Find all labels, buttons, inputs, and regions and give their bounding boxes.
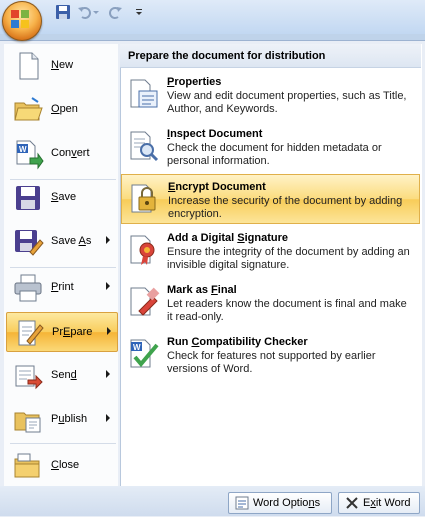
submenu-arrow-icon <box>106 414 110 422</box>
submenu-arrow-icon <box>106 236 110 244</box>
submenu-item-title: Add a Digital Signature <box>167 232 289 244</box>
save-icon <box>16 186 40 210</box>
options-icon <box>235 496 249 510</box>
menu-item-label: Open <box>51 103 78 115</box>
submenu-arrow-icon <box>106 282 110 290</box>
submenu-item-title: Run Compatibility Checker <box>167 336 308 348</box>
menu-item-save[interactable]: Save <box>6 178 118 218</box>
submenu-item-description: Ensure the integrity of the document by … <box>167 246 410 271</box>
menu-item-save-as[interactable]: Save As <box>6 222 118 262</box>
menu-item-convert[interactable]: W Convert <box>6 134 118 174</box>
word-options-label: Word Options <box>253 497 321 509</box>
save-as-icon <box>15 230 44 256</box>
submenu-header: Prepare the document for distribution <box>120 44 421 68</box>
close-icon <box>346 497 358 509</box>
svg-text:W: W <box>133 343 141 352</box>
menu-item-label: Print <box>51 281 74 293</box>
save-icon[interactable] <box>54 3 72 21</box>
open-folder-icon <box>14 97 43 121</box>
menu-item-label: Save <box>51 191 77 203</box>
close-folder-icon <box>14 453 40 478</box>
properties-icon <box>130 79 158 108</box>
compatibility-checker-icon: W <box>130 339 159 368</box>
encrypt-lock-icon <box>131 184 156 213</box>
submenu-item-title: Inspect Document <box>167 128 263 140</box>
menu-separator <box>10 443 116 444</box>
customize-toolbar-icon[interactable] <box>134 3 144 21</box>
chevron-down-icon[interactable] <box>92 3 100 21</box>
quick-access-toolbar <box>46 3 156 23</box>
submenu-item-digital-signature[interactable]: Add a Digital Signature Ensure the integ… <box>121 226 420 276</box>
publish-icon <box>14 412 41 433</box>
menu-item-print[interactable]: Print <box>6 268 118 308</box>
menu-item-send[interactable]: Send <box>6 356 118 396</box>
submenu-item-title: Encrypt Document <box>168 181 266 193</box>
exit-word-button[interactable]: Exit Word <box>338 492 420 514</box>
convert-icon: W <box>16 140 44 170</box>
digital-signature-icon <box>130 235 155 265</box>
menu-item-new[interactable]: New <box>6 46 118 86</box>
send-icon <box>15 365 43 390</box>
menu-item-label: New <box>51 59 74 71</box>
submenu-item-mark-as-final[interactable]: Mark as Final Let readers know the docum… <box>121 278 420 328</box>
redo-icon[interactable] <box>106 3 124 21</box>
inspect-document-icon <box>130 131 159 162</box>
menu-item-label: Publish <box>51 413 88 425</box>
mark-final-icon <box>130 287 160 316</box>
submenu-item-description: Check the document for hidden metadata o… <box>167 142 382 167</box>
menu-item-label: Send <box>51 369 77 381</box>
submenu-item-title: Properties <box>167 76 222 88</box>
menu-item-label: PrEpare <box>52 326 93 338</box>
prepare-icon <box>18 320 44 346</box>
printer-icon <box>14 274 42 302</box>
menu-item-publish[interactable]: Publish <box>6 400 118 440</box>
menu-item-close[interactable]: Close <box>6 446 118 486</box>
menu-item-label: Close <box>51 459 80 471</box>
menu-item-open[interactable]: Open <box>6 90 118 130</box>
submenu-item-description: Let readers know the document is final a… <box>167 298 407 323</box>
new-document-icon <box>19 52 39 80</box>
exit-word-label: Exit Word <box>363 497 411 509</box>
submenu-arrow-icon <box>107 327 111 335</box>
submenu-arrow-icon <box>106 370 110 378</box>
submenu-item-inspect-document[interactable]: Inspect Document Check the document for … <box>121 122 420 172</box>
submenu-item-title: Mark as Final <box>167 284 237 296</box>
submenu-item-compatibility-checker[interactable]: W Run Compatibility Checker Check for fe… <box>121 330 420 380</box>
word-options-button[interactable]: Word Options <box>228 492 332 514</box>
submenu-item-encrypt-document[interactable]: Encrypt Document Increase the security o… <box>121 174 420 224</box>
menu-item-label: Convert <box>51 147 90 159</box>
office-logo-icon <box>11 10 29 28</box>
svg-text:W: W <box>19 145 27 154</box>
menu-item-prepare[interactable]: PrEpare <box>6 312 118 352</box>
submenu-item-description: View and edit document properties, such … <box>167 90 407 115</box>
submenu-item-properties[interactable]: Properties View and edit document proper… <box>121 70 420 120</box>
submenu-item-description: Check for features not supported by earl… <box>167 350 376 375</box>
menu-item-label: Save As <box>51 235 92 247</box>
submenu-item-description: Increase the security of the document by… <box>168 195 403 220</box>
office-menu-commands: New Open W Convert Save Save As Print Pr… <box>4 44 118 486</box>
